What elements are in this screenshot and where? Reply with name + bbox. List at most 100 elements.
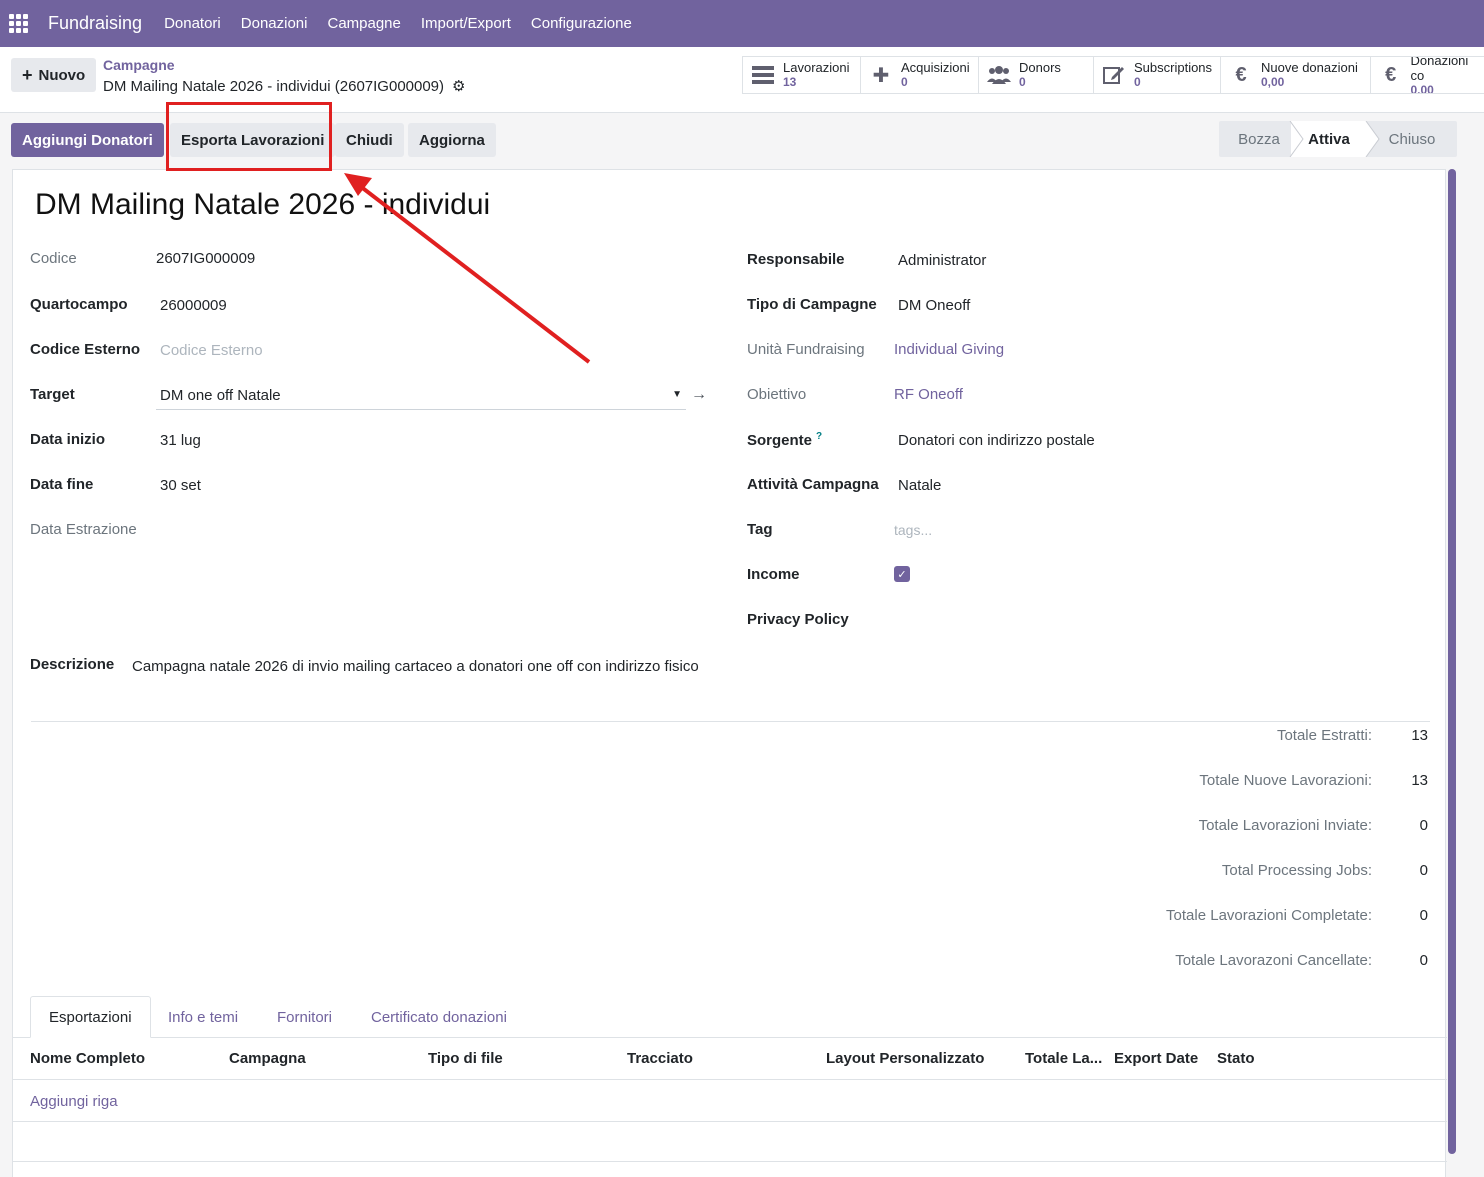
stat-label: Donors xyxy=(1019,60,1061,75)
obiettivo-link[interactable]: RF Oneoff xyxy=(894,386,963,403)
nav-item-import-export[interactable]: Import/Export xyxy=(411,15,521,32)
nav-item-donatori[interactable]: Donatori xyxy=(154,15,231,32)
edit-icon xyxy=(1102,63,1126,87)
column-layout-personalizzato[interactable]: Layout Personalizzato xyxy=(826,1050,984,1067)
table-header: Nome Completo Campagna Tipo di file Trac… xyxy=(13,1038,1447,1080)
euro-icon: € xyxy=(1385,63,1397,86)
tab-certificato-donazioni[interactable]: Certificato donazioni xyxy=(353,996,525,1038)
add-row-link[interactable]: Aggiungi riga xyxy=(30,1093,118,1110)
responsabile-label: Responsabile xyxy=(747,251,845,268)
codice-value: 2607IG000009 xyxy=(156,250,256,267)
data-estrazione-label: Data Estrazione xyxy=(30,521,137,538)
income-checkbox[interactable]: ✓ xyxy=(894,566,910,582)
attivita-campagna-field[interactable]: Natale xyxy=(898,477,941,494)
column-nome-completo[interactable]: Nome Completo xyxy=(30,1050,145,1067)
data-inizio-field[interactable]: 31 lug xyxy=(160,432,201,449)
plus-icon: + xyxy=(22,65,33,85)
sorgente-field[interactable]: Donatori con indirizzo postale xyxy=(898,432,1095,449)
totale-estratti-value: 13 xyxy=(1411,727,1428,744)
totale-estratti-label: Totale Estratti: xyxy=(1276,727,1372,744)
notebook-tabs: Esportazioni Info e temi Fornitori Certi… xyxy=(13,996,1447,1038)
stat-button-nuove-donazioni[interactable]: € Nuove donazioni 0,00 xyxy=(1221,57,1371,93)
column-stato[interactable]: Stato xyxy=(1217,1050,1255,1067)
app-brand[interactable]: Fundraising xyxy=(48,13,142,34)
caret-down-icon[interactable]: ▼ xyxy=(672,389,682,400)
row-divider xyxy=(13,1121,1447,1122)
annotation-highlight-box xyxy=(166,102,332,171)
codice-esterno-field[interactable]: Codice Esterno xyxy=(160,342,263,359)
totale-lavorazioni-inviate-value: 0 xyxy=(1419,817,1428,834)
column-tipo-di-file[interactable]: Tipo di file xyxy=(428,1050,503,1067)
smart-buttons: Lavorazioni 13 ✚ Acquisizioni 0 Donors 0 Su… xyxy=(742,56,1484,94)
new-button[interactable]: + Nuovo xyxy=(11,58,97,92)
stat-value: 13 xyxy=(783,75,797,89)
form-sheet: DM Mailing Natale 2026 - individui Codic… xyxy=(12,169,1447,1177)
total-processing-jobs-value: 0 xyxy=(1419,862,1428,879)
data-fine-field[interactable]: 30 set xyxy=(160,477,201,494)
column-export-date[interactable]: Export Date xyxy=(1114,1050,1198,1067)
quartocampo-field[interactable]: 26000009 xyxy=(160,297,227,314)
obiettivo-label: Obiettivo xyxy=(747,386,807,403)
close-button[interactable]: Chiudi xyxy=(335,123,404,157)
arrow-right-icon[interactable]: → xyxy=(691,386,707,404)
tab-info-e-temi[interactable]: Info e temi xyxy=(150,996,256,1038)
totale-nuove-lavorazioni-label: Totale Nuove Lavorazioni: xyxy=(1199,772,1372,789)
privacy-policy-label: Privacy Policy xyxy=(747,611,849,628)
new-button-label: Nuovo xyxy=(38,66,86,84)
stat-label: Subscriptions xyxy=(1134,60,1213,75)
total-processing-jobs-label: Total Processing Jobs: xyxy=(1221,862,1372,879)
tag-label: Tag xyxy=(747,521,773,538)
stat-button-subscriptions[interactable]: Subscriptions 0 xyxy=(1094,57,1221,93)
row-divider xyxy=(13,1161,1447,1162)
sorgente-label: Sorgente? xyxy=(747,431,822,449)
data-fine-label: Data fine xyxy=(30,476,94,493)
stat-value: 0 xyxy=(1134,75,1141,89)
stat-button-lavorazioni[interactable]: Lavorazioni 13 xyxy=(743,57,861,93)
stat-label: Donazioni co xyxy=(1410,57,1469,83)
sorgente-label-text: Sorgente xyxy=(747,432,813,449)
codice-esterno-label: Codice Esterno xyxy=(30,341,141,358)
users-icon xyxy=(987,63,1011,87)
target-select[interactable]: DM one off Natale ▼ xyxy=(156,386,686,410)
data-inizio-label: Data inizio xyxy=(30,431,106,448)
column-tracciato[interactable]: Tracciato xyxy=(627,1050,693,1067)
status-bar: Bozza Attiva Chiuso xyxy=(1219,121,1457,157)
nav-item-donazioni[interactable]: Donazioni xyxy=(231,15,318,32)
unita-fundraising-label: Unità Fundraising xyxy=(747,341,865,358)
tab-esportazioni[interactable]: Esportazioni xyxy=(30,996,151,1038)
responsabile-field[interactable]: Administrator xyxy=(898,252,986,269)
campaign-title[interactable]: DM Mailing Natale 2026 - individui xyxy=(35,188,490,222)
nav-item-configurazione[interactable]: Configurazione xyxy=(521,15,642,32)
stat-value: 0,00 xyxy=(1410,82,1434,94)
stat-label: Lavorazioni xyxy=(783,60,850,75)
column-totale-lavorazioni[interactable]: Totale La... xyxy=(1025,1050,1102,1067)
refresh-button[interactable]: Aggiorna xyxy=(408,123,496,157)
totale-lavorazioni-completate-value: 0 xyxy=(1419,907,1428,924)
descrizione-field[interactable]: Campagna natale 2026 di invio mailing ca… xyxy=(132,658,699,675)
tab-fornitori[interactable]: Fornitori xyxy=(259,996,350,1038)
target-value: DM one off Natale xyxy=(160,387,281,404)
plus-icon: ✚ xyxy=(872,64,890,87)
top-navbar: Fundraising Donatori Donazioni Campagne … xyxy=(0,0,1484,47)
help-icon[interactable]: ? xyxy=(816,431,822,442)
breadcrumb-campagne[interactable]: Campagne xyxy=(103,57,175,73)
nav-item-campagne[interactable]: Campagne xyxy=(317,15,410,32)
vertical-scrollbar[interactable] xyxy=(1448,169,1456,1154)
unita-fundraising-link[interactable]: Individual Giving xyxy=(894,341,1004,358)
stat-button-donazioni[interactable]: € Donazioni co 0,00 xyxy=(1371,57,1484,93)
tags-input[interactable]: tags... xyxy=(894,522,932,538)
stat-label: Nuove donazioni xyxy=(1261,60,1358,75)
quartocampo-label: Quartocampo xyxy=(30,296,128,313)
tasks-icon xyxy=(751,63,775,87)
column-campagna[interactable]: Campagna xyxy=(229,1050,306,1067)
euro-icon: € xyxy=(1235,63,1247,86)
gear-icon[interactable]: ⚙ xyxy=(452,77,465,95)
descrizione-label: Descrizione xyxy=(30,656,115,673)
target-label: Target xyxy=(30,386,75,403)
tipo-campagne-field[interactable]: DM Oneoff xyxy=(898,297,970,314)
add-donors-button[interactable]: Aggiungi Donatori xyxy=(11,123,164,157)
totale-lavorazioni-cancellate-value: 0 xyxy=(1419,952,1428,969)
stat-button-acquisizioni[interactable]: ✚ Acquisizioni 0 xyxy=(861,57,979,93)
stat-button-donors[interactable]: Donors 0 xyxy=(979,57,1094,93)
apps-menu-icon[interactable] xyxy=(9,13,29,34)
